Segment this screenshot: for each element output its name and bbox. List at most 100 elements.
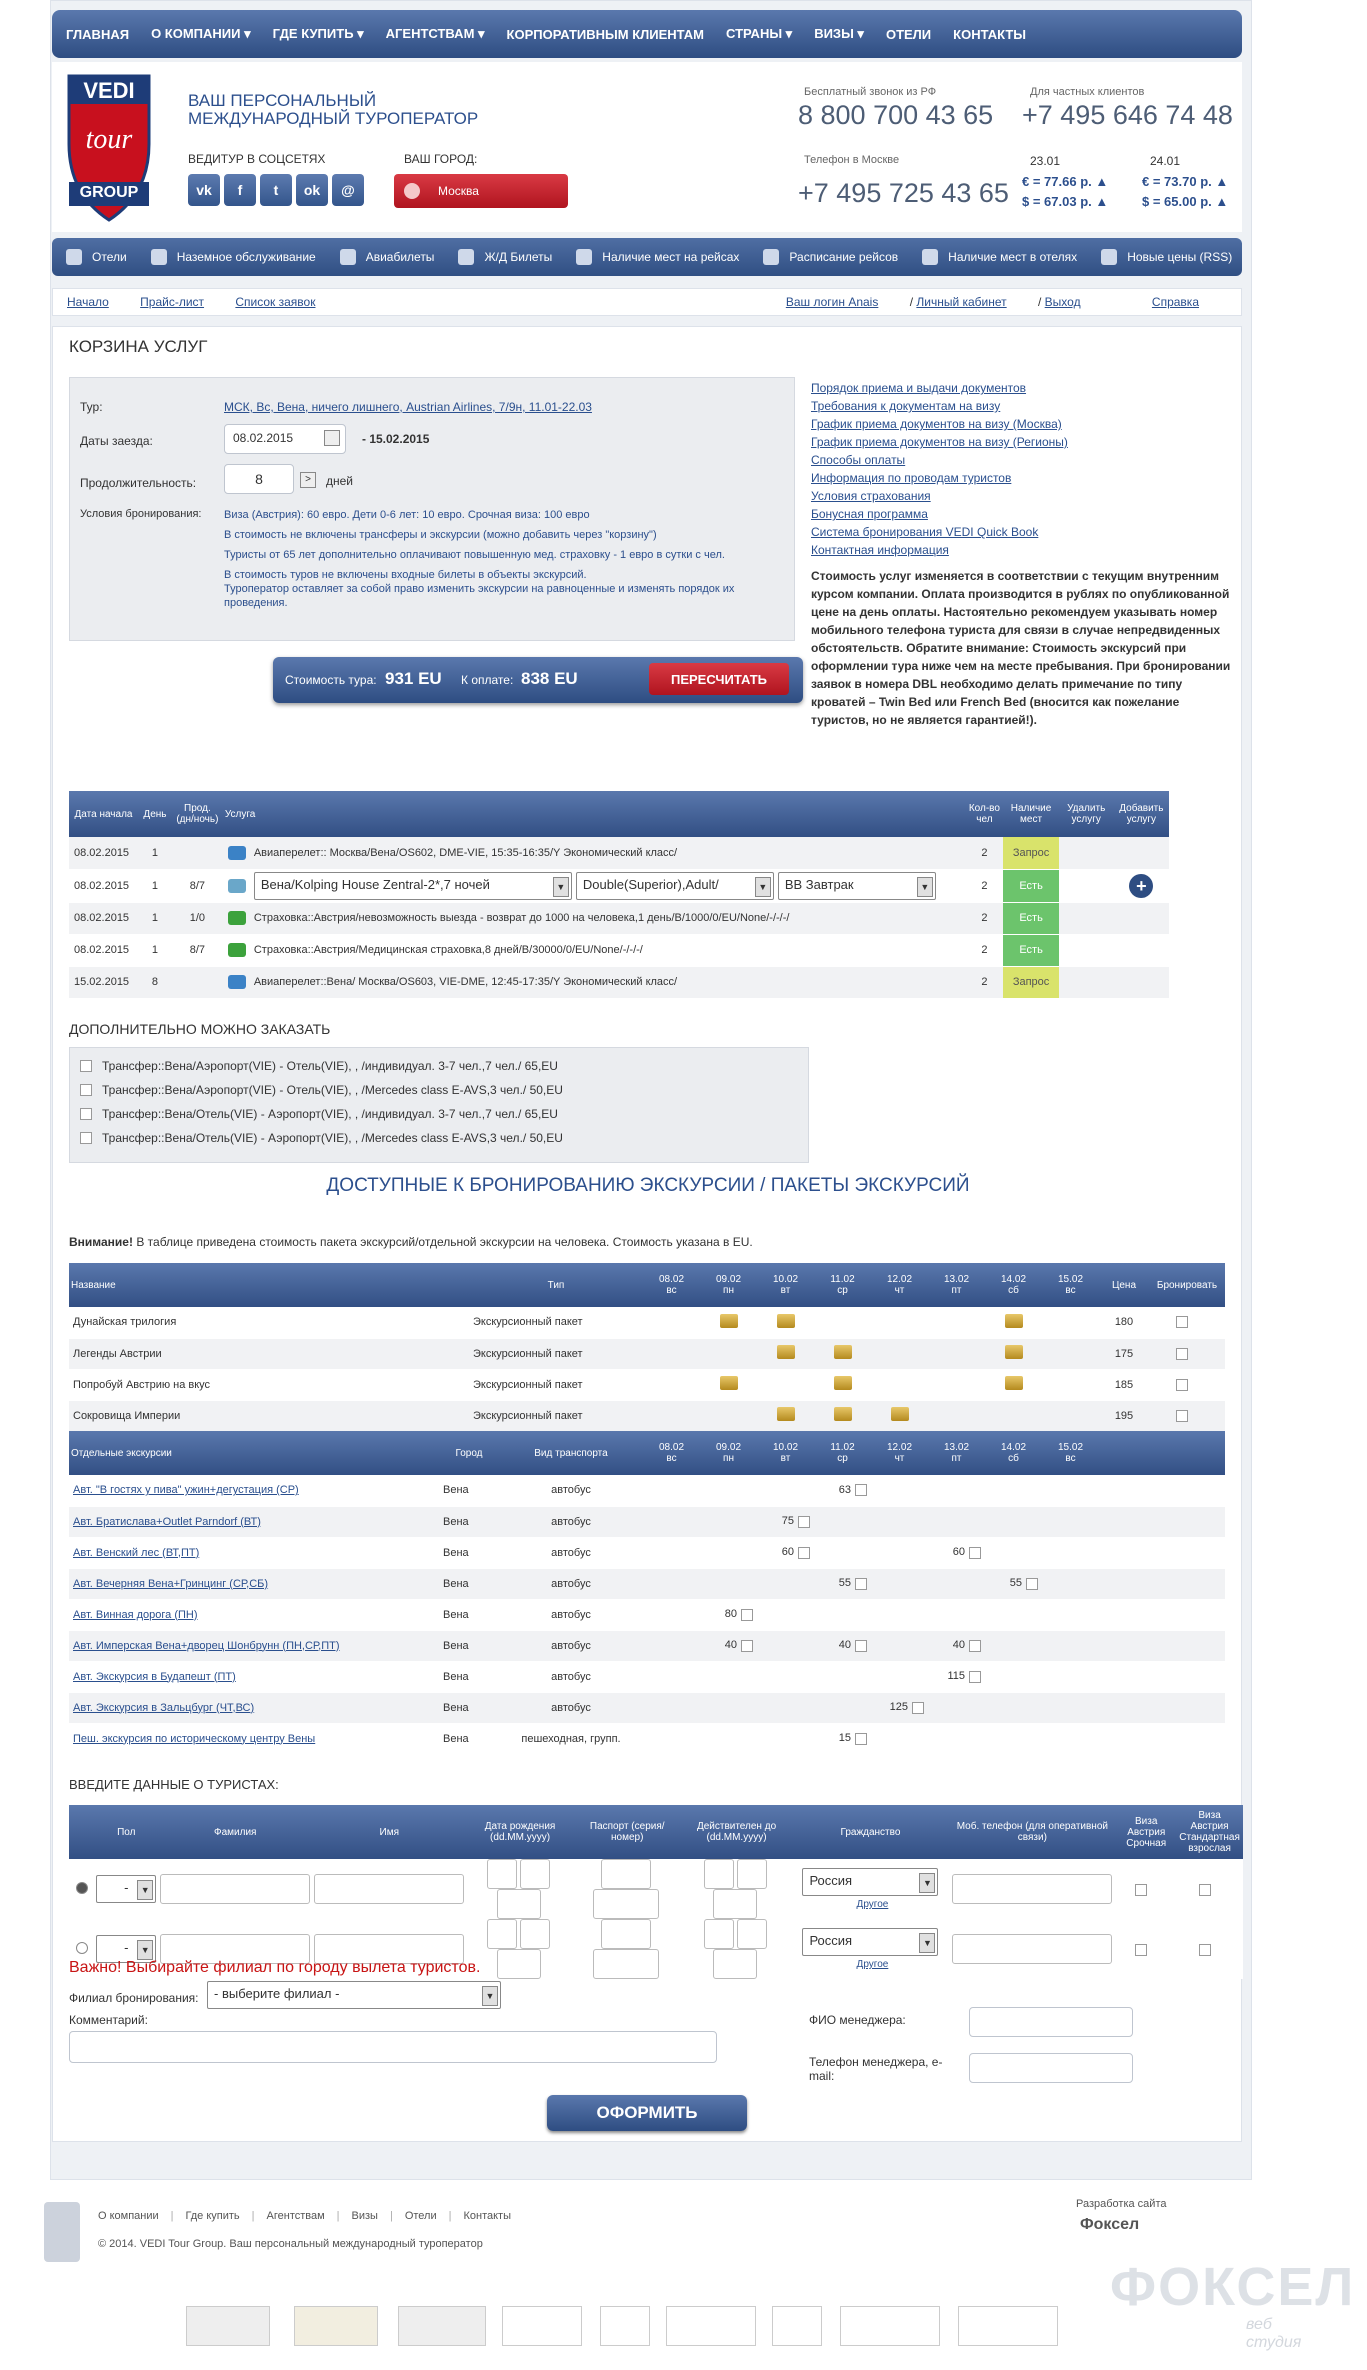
citizenship-other-link[interactable]: Другое — [857, 1899, 889, 1910]
footer-link[interactable]: Визы — [352, 2210, 378, 2222]
validity-part-input[interactable] — [713, 1889, 758, 1919]
admin-badge[interactable] — [502, 2306, 582, 2346]
validity-part-input[interactable] — [713, 1949, 758, 1979]
single-excursion-checkbox[interactable] — [855, 1577, 867, 1590]
birthdate-part-input[interactable] — [487, 1919, 518, 1949]
single-excursion-checkbox[interactable] — [855, 1639, 867, 1652]
visa-standard-checkbox[interactable] — [1198, 1883, 1211, 1896]
nav-item[interactable]: ОТЕЛИ — [886, 27, 931, 42]
subnav-item[interactable]: Новые цены (RSS) — [1101, 249, 1232, 265]
single-excursion-checkbox[interactable] — [969, 1670, 981, 1683]
lastname-input[interactable] — [160, 1874, 311, 1904]
login-link[interactable]: Ваш логин Anais — [786, 295, 879, 309]
passport-part-input[interactable] — [592, 1949, 659, 1979]
package-book-checkbox[interactable] — [1176, 1409, 1188, 1422]
visa-urgent-checkbox[interactable] — [1135, 1883, 1148, 1896]
info-link[interactable]: График приема документов на визу (Регион… — [811, 433, 1231, 451]
footer-link[interactable]: Агентствам — [267, 2210, 325, 2222]
single-excursion-checkbox[interactable] — [969, 1546, 981, 1559]
dev-name[interactable]: Фоксел — [1080, 2216, 1139, 2234]
validity-part-input[interactable] — [736, 1919, 767, 1949]
tourism-badge[interactable] — [958, 2306, 1058, 2346]
submit-order-button[interactable]: ОФОРМИТЬ — [547, 2095, 747, 2131]
single-excursion-checkbox[interactable] — [855, 1484, 867, 1497]
subnav-item[interactable]: Наземное обслуживание — [150, 249, 316, 265]
city-select-button[interactable]: Москва — [394, 174, 568, 208]
manager-input[interactable] — [969, 2007, 1133, 2037]
partner-badge[interactable] — [666, 2306, 756, 2346]
footer-link[interactable]: Отели — [405, 2210, 437, 2222]
vedi-tour-logo[interactable]: VEDI tour GROUP — [64, 74, 154, 222]
info-link[interactable]: Требования к документам на визу — [811, 397, 1231, 415]
package-book-checkbox[interactable] — [1176, 1347, 1188, 1360]
gender-select[interactable]: - — [96, 1875, 157, 1903]
logout-link[interactable]: Выход — [1045, 295, 1081, 309]
extra-service-checkbox[interactable] — [80, 1108, 92, 1120]
info-link[interactable]: Система бронирования VEDI Quick Book — [811, 523, 1231, 541]
single-excursion-checkbox[interactable] — [1026, 1577, 1038, 1590]
footer-link[interactable]: Где купить — [186, 2210, 240, 2222]
association-badge[interactable] — [840, 2306, 940, 2346]
email-icon[interactable]: @ — [332, 174, 364, 206]
single-excursion-link[interactable]: Авт. Винная дорога (ПН) — [73, 1609, 198, 1621]
passport-part-input[interactable] — [600, 1919, 651, 1949]
recalculate-button[interactable]: ПЕРЕСЧИТАТЬ — [649, 663, 789, 695]
odnoklassniki-icon[interactable]: ok — [296, 174, 328, 206]
manager-phone-input[interactable] — [969, 2053, 1133, 2083]
single-excursion-checkbox[interactable] — [741, 1608, 753, 1621]
subnav-item[interactable]: Авиабилеты — [339, 249, 434, 265]
citizenship-select[interactable]: Россия — [802, 1928, 939, 1956]
hotel-select[interactable]: Вена/Kolping House Zentral-2*,7 ночей — [253, 871, 572, 900]
single-excursion-checkbox[interactable] — [798, 1515, 810, 1528]
citizenship-other-link[interactable]: Другое — [857, 1959, 889, 1970]
subnav-item[interactable]: Наличие мест на рейсах — [576, 249, 739, 265]
info-link[interactable]: Бонусная программа — [811, 505, 1231, 523]
info-link[interactable]: Информация по проводам туристов — [811, 469, 1231, 487]
counter-badge-3[interactable] — [398, 2306, 486, 2346]
room-select[interactable]: Double(Superior),Adult/ — [575, 871, 774, 900]
info-link[interactable]: Порядок приема и выдачи документов — [811, 379, 1231, 397]
single-excursion-link[interactable]: Авт. Братислава+Outlet Parndorf (ВТ) — [73, 1516, 261, 1528]
twitter-icon[interactable]: t — [260, 174, 292, 206]
single-excursion-checkbox[interactable] — [969, 1639, 981, 1652]
counter-badge-1[interactable] — [186, 2306, 270, 2346]
crumb-orders[interactable]: Список заявок — [235, 295, 315, 309]
duration-apply-button[interactable]: > — [300, 472, 316, 488]
extra-service-checkbox[interactable] — [80, 1084, 92, 1096]
subnav-item[interactable]: Расписание рейсов — [763, 249, 898, 265]
single-excursion-link[interactable]: Авт. Венский лес (ВТ,ПТ) — [73, 1547, 199, 1559]
birthdate-part-input[interactable] — [496, 1889, 541, 1919]
footer-logo[interactable] — [44, 2202, 80, 2262]
package-book-checkbox[interactable] — [1176, 1378, 1188, 1391]
nav-item[interactable]: КОРПОРАТИВНЫМ КЛИЕНТАМ — [507, 27, 704, 42]
footer-link[interactable]: О компании — [98, 2210, 159, 2222]
info-link[interactable]: Условия страхования — [811, 487, 1231, 505]
package-book-checkbox[interactable] — [1176, 1316, 1188, 1329]
validity-part-input[interactable] — [703, 1859, 734, 1889]
add-service-button[interactable]: + — [1129, 873, 1154, 898]
nav-item[interactable]: О КОМПАНИИ ▾ — [151, 26, 251, 42]
validity-part-input[interactable] — [736, 1859, 767, 1889]
single-excursion-checkbox[interactable] — [798, 1546, 810, 1559]
extra-service-checkbox[interactable] — [80, 1132, 92, 1144]
citizenship-select[interactable]: Россия — [802, 1868, 939, 1896]
single-excursion-link[interactable]: Авт. "В гостях у пива" ужин+дегустация (… — [73, 1484, 299, 1496]
calendar-icon[interactable] — [324, 430, 340, 446]
comment-input[interactable] — [69, 2031, 717, 2063]
meal-select[interactable]: BB Завтрак — [777, 871, 936, 900]
mobile-phone-input[interactable] — [952, 1874, 1113, 1904]
seal-badge[interactable] — [600, 2306, 650, 2346]
single-excursion-link[interactable]: Авт. Имперская Вена+дворец Шонбрунн (ПН,… — [73, 1640, 340, 1652]
crumb-home[interactable]: Начало — [67, 295, 109, 309]
single-excursion-link[interactable]: Авт. Вечерняя Вена+Гринцинг (СР,СБ) — [73, 1578, 268, 1590]
subnav-item[interactable]: Наличие мест в отелях — [922, 249, 1077, 265]
counter-badge-2[interactable] — [294, 2306, 378, 2346]
crumb-pricelist[interactable]: Прайс-лист — [140, 295, 204, 309]
tour-link[interactable]: МСК, Вс, Вена, ничего лишнего, Austrian … — [224, 400, 592, 414]
branch-select[interactable]: - выберите филиал - — [207, 1981, 501, 2009]
nav-item[interactable]: ГДЕ КУПИТЬ ▾ — [273, 26, 364, 42]
info-link[interactable]: Контактная информация — [811, 541, 1231, 559]
passport-part-input[interactable] — [592, 1889, 659, 1919]
visa-standard-checkbox[interactable] — [1198, 1943, 1211, 1956]
facebook-icon[interactable]: f — [224, 174, 256, 206]
